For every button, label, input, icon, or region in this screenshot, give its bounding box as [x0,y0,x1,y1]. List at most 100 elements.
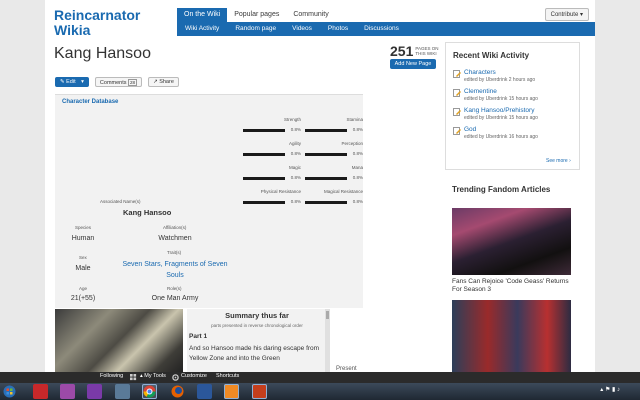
app-g-icon[interactable] [224,384,239,399]
activity-link[interactable]: God [464,126,538,133]
toolbar-customize[interactable]: Customize [181,373,207,379]
trending-article-image[interactable] [452,300,571,372]
stat-label: Perception [341,141,363,146]
toolbar-following[interactable]: Following [100,373,123,379]
traits-value[interactable]: Seven Stars, Fragments of Seven Souls [117,259,233,281]
stat-bar [305,201,347,204]
nav-random-page[interactable]: Random page [227,22,284,36]
stat-magical-resistance: Magical Resistance 0.8% [305,189,363,204]
list-item: Kang Hansoo/Prehistory edited by Uberdrin… [453,107,572,121]
wiki-name[interactable]: Reincarnator Wikia [54,8,164,38]
stat-value: 0.8% [290,151,301,156]
stat-label: Strength [283,117,301,122]
gear-icon [172,374,179,381]
edit-button[interactable]: ✎ Edit ▾ [55,77,89,87]
wikia-toolbar: Following ▴ My Tools Customize Shortcuts [0,372,640,383]
word-icon[interactable] [197,384,212,399]
stat-label: Magical Resistance [323,189,363,194]
stat-magic: Magic 0.8% [243,165,301,180]
list-item: God edited by Uberdrink 16 hours ago [453,126,572,140]
list-item: Characters edited by Uberdrink 2 hours ag… [453,69,572,83]
edit-page-icon [453,127,461,135]
summary-title: Summary thus far [225,311,289,320]
species-label: Species [75,225,92,230]
stat-bar [305,129,347,132]
activity-link[interactable]: Clementine [464,88,538,95]
edit-page-icon [453,89,461,97]
age-value: 21(+55) [70,295,96,302]
stat-value: 0.8% [352,199,363,204]
nav-photos[interactable]: Photos [320,22,356,36]
stat-stamina: Stamina 0.8% [305,117,363,132]
tab-popular-pages[interactable]: Popular pages [227,8,286,22]
app-a-icon[interactable] [87,384,102,399]
stat-value: 0.8% [290,199,301,204]
comments-button[interactable]: Comments 28 [94,77,143,87]
share-button[interactable]: ↗ Share [148,77,179,87]
app-terminal-icon[interactable] [115,384,130,399]
edit-page-icon [453,70,461,78]
roles-label: Role(s) [167,286,182,291]
character-image [55,309,183,372]
nav-wiki-activity[interactable]: Wiki Activity [177,22,227,36]
edit-page-icon [453,108,461,116]
stat-strength: Strength 0.8% [243,117,301,132]
stat-bar [243,201,285,204]
nav-videos[interactable]: Videos [284,22,320,36]
stat-bar [243,177,285,180]
tab-community[interactable]: Community [286,8,335,22]
pages-count-number: 251 [390,43,414,59]
stat-value: 0.8% [290,175,301,180]
toolbar-my-tools[interactable]: ▴ My Tools [140,373,166,379]
activity-link[interactable]: Characters [464,69,535,76]
age-label: Age [79,286,88,291]
powerpoint-icon[interactable] [252,384,267,399]
top-nav: On the Wiki Popular pages Community [177,8,336,22]
summary-part: Part 1 [189,333,208,340]
stat-bar [305,177,347,180]
scrollbar-thumb[interactable] [326,311,329,319]
trending-article-image[interactable] [452,208,571,275]
stat-mana: Mana 0.8% [305,165,363,180]
list-item: Clementine edited by Uberdrink 15 hours a… [453,88,572,102]
sub-nav: Wiki Activity Random page Videos Photos … [177,22,595,36]
toolbar-shortcuts[interactable]: Shortcuts [216,373,239,379]
chevron-down-icon[interactable]: ▾ [81,79,84,85]
edit-label: ✎ Edit [60,79,76,85]
app-z-icon[interactable] [33,384,48,399]
firefox-icon[interactable] [170,384,185,399]
activity-link[interactable]: Kang Hansoo/Prehistory [464,107,538,114]
add-new-page-button[interactable]: Add New Page [390,59,436,69]
chrome-icon[interactable] [142,384,157,399]
pages-count: 251 PAGES ON THIS WIKI [390,44,441,58]
page-title: Kang Hansoo [54,45,151,62]
page-actions: ✎ Edit ▾ Comments 28 ↗ Share [55,77,179,87]
trending-title: Trending Fandom Articles [452,185,551,194]
stat-label: Physical Resistance [260,189,301,194]
character-name: Kang Hansoo [123,208,172,217]
stat-value: 0.8% [352,151,363,156]
stat-value: 0.8% [352,127,363,132]
comments-label: Comments [99,80,127,86]
stat-value: 0.8% [290,127,301,132]
stat-physical-resistance: Physical Resistance 0.8% [243,189,301,204]
character-database: Character Database Strength 0.8% Stamina… [55,94,363,308]
summary-scrollbar[interactable] [325,309,330,372]
grid-icon [130,374,137,381]
trending-article-caption[interactable]: Fans Can Rejoice 'Code Geass' Returns Fo… [452,278,571,294]
summary-panel: Summary thus far parts presented in reve… [187,309,327,372]
see-more-link[interactable]: See more › [546,158,571,164]
activity-meta: edited by Uberdrink 2 hours ago [464,77,536,83]
stat-agility: Agility 0.8% [243,141,301,156]
stat-bar [243,153,285,156]
affiliation-value: Watchmen [158,235,192,242]
start-icon[interactable] [3,385,16,398]
tab-on-the-wiki[interactable]: On the Wiki [177,8,228,22]
nav-discussions[interactable]: Discussions [356,22,407,36]
pages-count-label: PAGES ON THIS WIKI [415,46,439,56]
system-tray[interactable]: ▴ ⚑ ▮ ♪ [600,386,620,393]
stat-label: Magic [288,165,301,170]
contribute-button[interactable]: Contribute ▾ [544,8,589,21]
species-value: Human [71,235,95,242]
app-matlab-icon[interactable] [60,384,75,399]
